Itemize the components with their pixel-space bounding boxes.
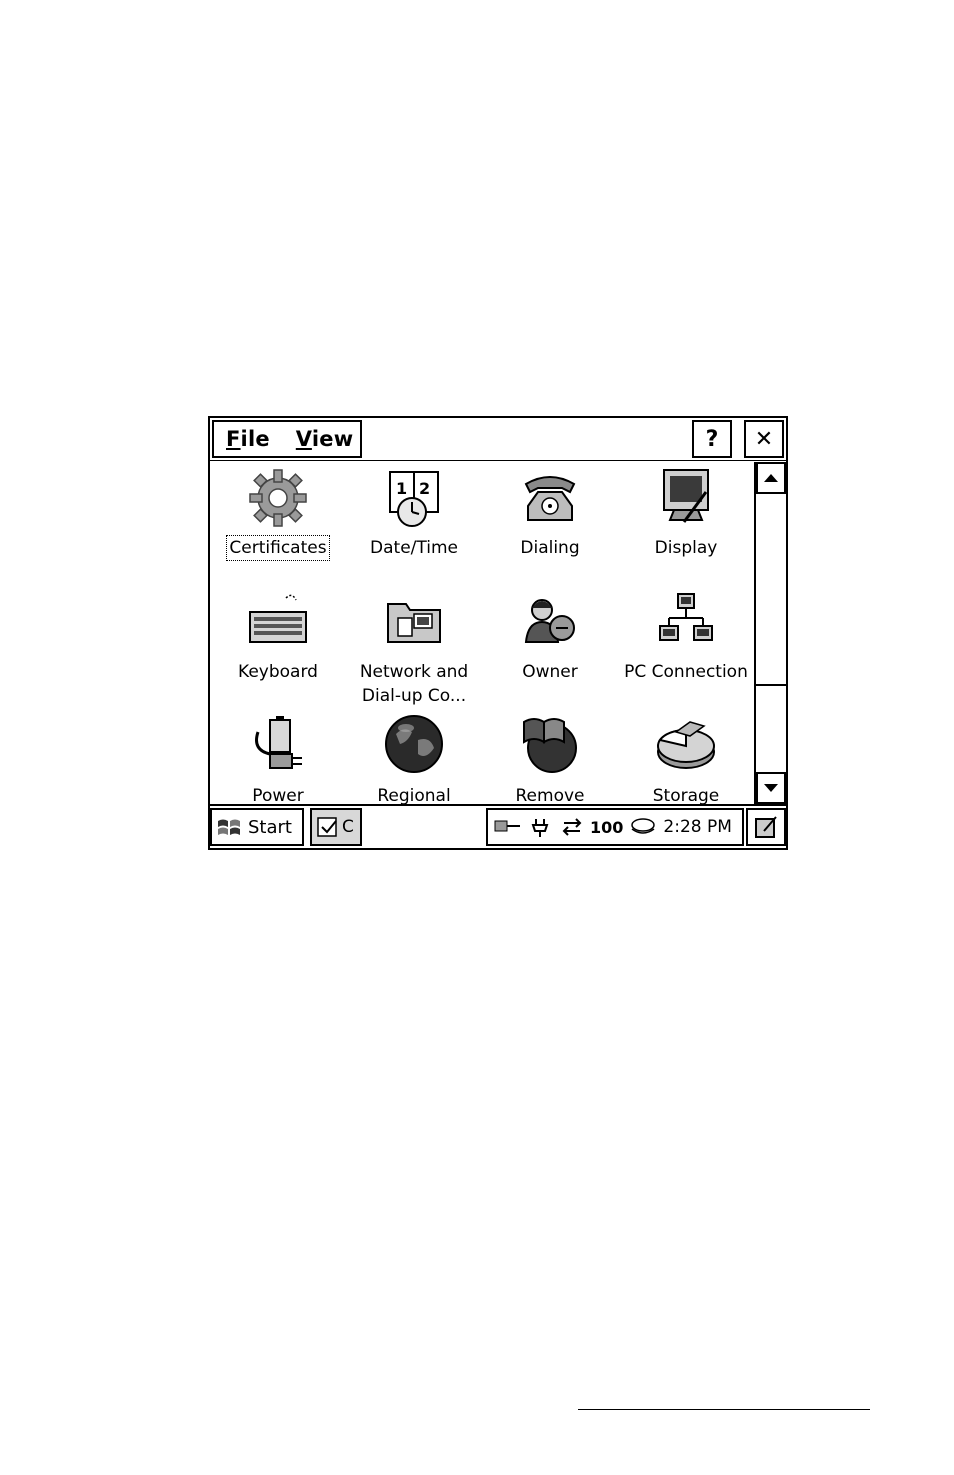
item-label: Certificates xyxy=(226,535,330,561)
show-desktop-button[interactable] xyxy=(746,808,786,846)
menu-file-label: ile xyxy=(240,427,270,451)
item-dialing[interactable]: Dialing xyxy=(482,466,618,560)
network-activity-icon[interactable] xyxy=(560,815,584,839)
page-rule xyxy=(578,1409,870,1410)
close-button[interactable]: ✕ xyxy=(744,420,784,458)
taskbar-control-panel-button[interactable]: C xyxy=(310,808,362,846)
connection-icon[interactable] xyxy=(492,815,522,839)
globe-icon xyxy=(385,715,443,773)
volume-level-badge[interactable]: 100 xyxy=(590,818,623,837)
item-storage[interactable]: Storage xyxy=(618,714,754,804)
telephone-icon xyxy=(524,476,576,521)
clock[interactable]: 2:28 PM xyxy=(663,817,732,837)
scroll-down-button[interactable] xyxy=(756,772,786,804)
item-display[interactable]: Display xyxy=(618,466,754,560)
item-label: Network and Dial-up Co... xyxy=(359,662,469,706)
menu-file[interactable]: File xyxy=(226,427,270,451)
task-label: C xyxy=(342,817,354,837)
item-pc-connection[interactable]: PC Connection xyxy=(618,590,754,684)
item-remove[interactable]: Remove xyxy=(482,714,618,804)
item-label: Date/Time xyxy=(370,538,458,558)
gear-icon xyxy=(249,469,307,527)
item-label: Power xyxy=(252,786,304,804)
power-battery-icon xyxy=(255,716,302,769)
item-label: Display xyxy=(654,538,718,558)
help-icon: ? xyxy=(705,426,719,452)
item-label: Keyboard xyxy=(238,662,318,682)
menu-bar: File View xyxy=(212,420,362,458)
item-label: Remove xyxy=(515,786,585,804)
menu-view[interactable]: View xyxy=(296,427,354,451)
start-label: Start xyxy=(248,816,292,838)
item-certificates[interactable]: Certificates xyxy=(210,466,346,561)
item-power[interactable]: Power xyxy=(210,714,346,804)
item-keyboard[interactable]: Keyboard xyxy=(210,590,346,684)
scroll-up-button[interactable] xyxy=(756,462,786,494)
svg-text:2: 2 xyxy=(419,479,430,498)
item-label: PC Connection xyxy=(624,662,748,682)
menu-file-accesskey: F xyxy=(226,427,241,451)
windows-flag-icon xyxy=(218,819,240,835)
svg-text:1: 1 xyxy=(396,479,407,498)
close-icon: ✕ xyxy=(754,426,774,452)
menu-view-label: iew xyxy=(311,427,354,451)
network-folder-icon xyxy=(387,603,441,643)
scroll-thumb[interactable] xyxy=(756,494,786,686)
item-network[interactable]: Network and Dial-up Co... xyxy=(346,590,482,708)
vertical-scrollbar[interactable] xyxy=(754,462,786,804)
item-label: Regional xyxy=(377,786,451,804)
desktop-icon xyxy=(755,816,777,838)
item-owner[interactable]: Owner xyxy=(482,590,618,684)
item-label: Storage xyxy=(652,786,720,804)
power-plug-icon[interactable] xyxy=(528,815,554,839)
storage-pie-icon xyxy=(657,721,715,769)
system-tray: 100 2:28 PM xyxy=(486,808,744,846)
item-label: Owner xyxy=(522,662,578,682)
start-button[interactable]: Start xyxy=(210,808,304,846)
arrow-up-icon xyxy=(764,474,778,482)
control-panel-window: File View ? ✕ Certificates 1 2 Date/Time… xyxy=(208,416,788,850)
menu-separator xyxy=(210,460,786,461)
taskbar: Start C 100 2:28 PM xyxy=(210,804,786,848)
calendar-clock-icon: 1 2 xyxy=(389,471,439,527)
menu-view-accesskey: V xyxy=(295,427,312,451)
keyboard-icon xyxy=(249,594,307,643)
storage-card-icon[interactable] xyxy=(629,815,657,839)
item-date-time[interactable]: 1 2 Date/Time xyxy=(346,466,482,560)
monitor-icon xyxy=(663,469,709,523)
control-panel-icon xyxy=(317,817,337,837)
control-panel-items: Certificates 1 2 Date/Time Dialing Displ… xyxy=(210,462,756,804)
remove-programs-icon xyxy=(523,718,577,773)
help-button[interactable]: ? xyxy=(692,420,732,458)
arrow-down-icon xyxy=(764,784,778,792)
owner-people-icon xyxy=(524,599,575,643)
item-label: Dialing xyxy=(520,538,580,558)
item-regional[interactable]: Regional xyxy=(346,714,482,804)
pc-connection-icon xyxy=(659,593,713,641)
